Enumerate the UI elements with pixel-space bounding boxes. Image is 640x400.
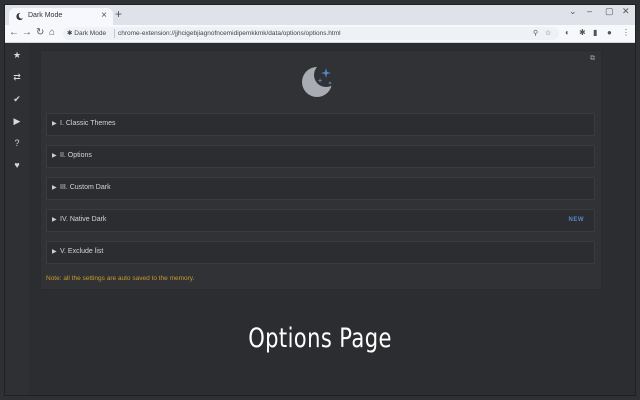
section-options[interactable]: ▶ II. Options xyxy=(46,145,595,168)
extensions-puzzle-icon[interactable]: ✱ xyxy=(579,28,586,37)
section-classic-themes[interactable]: ▶ I. Classic Themes xyxy=(46,113,595,136)
moon-icon xyxy=(16,12,24,21)
moon-logo-icon xyxy=(302,63,337,97)
extension-chip: ✱ Dark Mode xyxy=(67,29,106,37)
tab-title: Dark Mode xyxy=(28,12,63,19)
tab-search-icon[interactable]: ⌄ xyxy=(569,6,577,17)
swap-icon[interactable]: ⇄ xyxy=(12,72,22,82)
puzzle-icon: ✱ xyxy=(67,30,73,37)
expand-arrow-icon: ▶ xyxy=(52,153,57,159)
autosave-note: Note: all the settings are auto saved to… xyxy=(46,275,195,282)
sidebar: ★ ⇄ ✔ ▶ ? ♥ xyxy=(5,43,29,395)
expand-arrow-icon: ▶ xyxy=(52,217,57,223)
tab-strip: Dark Mode × + ⌄ – ▢ ✕ xyxy=(5,5,635,25)
close-tab-icon[interactable]: × xyxy=(101,10,107,21)
browser-tab[interactable]: Dark Mode × xyxy=(9,8,113,25)
new-badge: NEW xyxy=(568,217,584,223)
minimize-button[interactable]: – xyxy=(587,6,592,16)
profile-avatar-icon[interactable]: ● xyxy=(607,28,612,37)
zoom-icon[interactable]: ⚲ xyxy=(533,29,538,37)
menu-icon[interactable]: ⋮ xyxy=(622,28,630,37)
section-label: III. Custom Dark xyxy=(60,184,111,191)
bookmark-star-icon[interactable]: ☆ xyxy=(545,29,551,37)
youtube-icon[interactable]: ▶ xyxy=(12,116,22,126)
section-label: V. Exclude list xyxy=(60,248,104,255)
section-custom-dark[interactable]: ▶ III. Custom Dark xyxy=(46,177,595,200)
check-icon[interactable]: ✔ xyxy=(12,94,22,104)
expand-arrow-icon: ▶ xyxy=(52,249,57,255)
back-button[interactable]: ← xyxy=(9,27,19,38)
browser-toolbar: ← → ↻ ⌂ ✱ Dark Mode chrome-extension://j… xyxy=(5,25,635,43)
omnibox-divider xyxy=(114,29,115,38)
address-bar[interactable]: ✱ Dark Mode chrome-extension://jjhcigebj… xyxy=(63,27,559,40)
side-panel-icon[interactable]: ▮ xyxy=(593,28,597,37)
star-icon[interactable]: ★ xyxy=(12,50,22,60)
reload-button[interactable]: ↻ xyxy=(36,27,44,38)
help-icon[interactable]: ? xyxy=(12,138,22,148)
browser-window: Dark Mode × + ⌄ – ▢ ✕ ← → ↻ ⌂ ✱ Dark Mod… xyxy=(4,4,636,396)
heart-icon[interactable]: ♥ xyxy=(12,160,22,170)
extension-chip-label: Dark Mode xyxy=(74,30,107,37)
open-in-new-icon[interactable]: ⧉ xyxy=(590,55,595,63)
section-label: II. Options xyxy=(60,152,92,159)
expand-arrow-icon: ▶ xyxy=(52,121,57,127)
options-panel: ⧉ ▶ I. Classic Themes ▶ II. Options ▶ II… xyxy=(40,50,602,290)
url-text: chrome-extension://jjhcigebjiagnofncemid… xyxy=(118,30,341,37)
forward-button[interactable]: → xyxy=(22,27,32,38)
section-exclude-list[interactable]: ▶ V. Exclude list xyxy=(46,241,595,264)
close-window-button[interactable]: ✕ xyxy=(622,6,630,17)
new-tab-button[interactable]: + xyxy=(115,7,122,21)
maximize-button[interactable]: ▢ xyxy=(605,6,614,17)
page-caption: Options Page xyxy=(248,323,392,354)
section-label: IV. Native Dark xyxy=(60,216,107,223)
section-native-dark[interactable]: ▶ IV. Native Dark NEW xyxy=(46,209,595,232)
extension-icon[interactable]: ◐ xyxy=(565,28,570,37)
home-button[interactable]: ⌂ xyxy=(49,27,55,38)
section-label: I. Classic Themes xyxy=(60,120,116,127)
expand-arrow-icon: ▶ xyxy=(52,185,57,191)
